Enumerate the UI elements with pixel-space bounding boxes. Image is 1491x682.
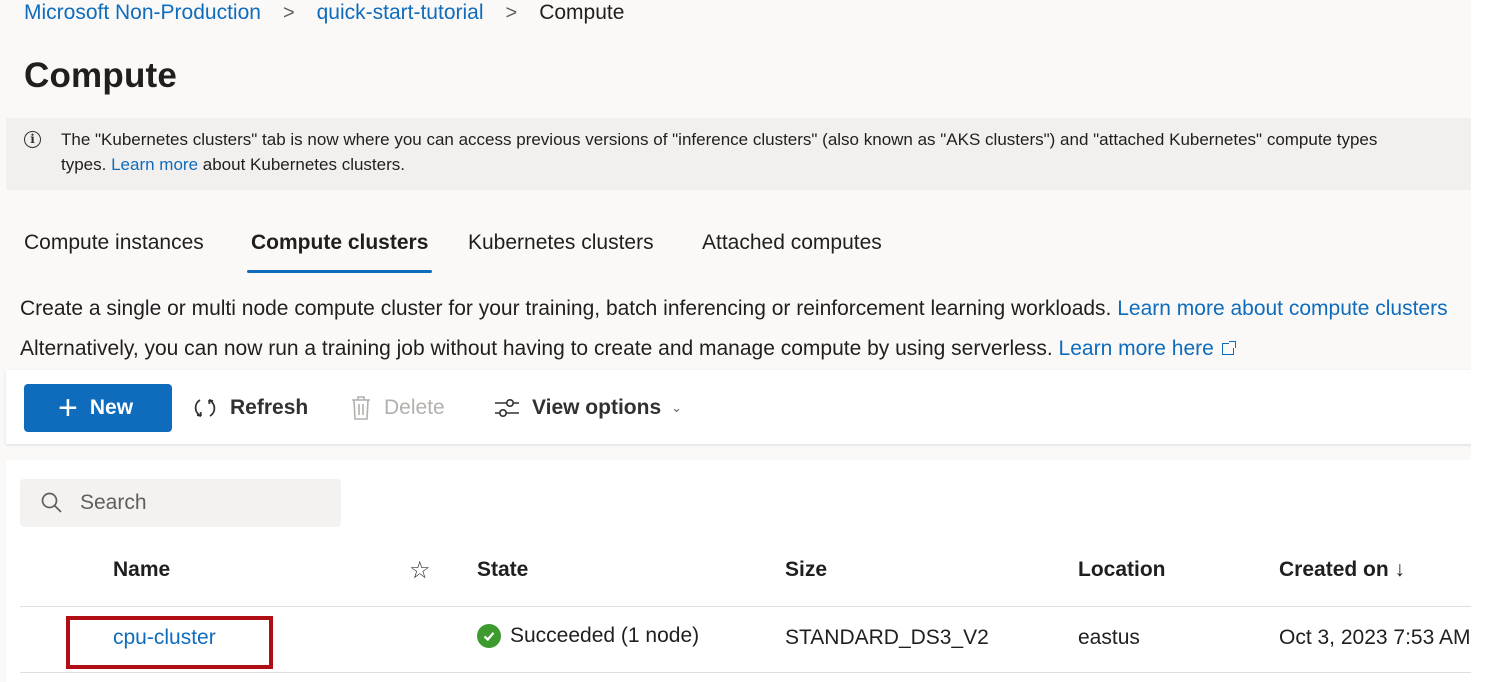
cluster-state-text: Succeeded (1 node) (510, 624, 700, 647)
description-text1: Create a single or multi node compute cl… (20, 297, 1112, 320)
new-button[interactable]: + New (24, 384, 172, 432)
cluster-size: STANDARD_DS3_V2 (785, 626, 989, 649)
refresh-button-label: Refresh (230, 396, 309, 419)
chevron-down-icon: ⌄ (671, 400, 683, 415)
tab-compute-clusters[interactable]: Compute clusters (247, 222, 433, 273)
header-divider (20, 606, 1471, 607)
view-options-button[interactable]: View options ⌄ (494, 384, 682, 432)
view-options-label: View options (532, 396, 662, 419)
cluster-name-link[interactable]: cpu-cluster (113, 626, 216, 650)
trash-icon (352, 396, 370, 420)
search-box[interactable] (20, 479, 341, 527)
success-check-icon (477, 624, 501, 648)
breadcrumb-item-workspace[interactable]: quick-start-tutorial (317, 1, 484, 25)
tab-compute-instances[interactable]: Compute instances (24, 222, 204, 272)
learn-more-compute-clusters-link[interactable]: Learn more about compute clusters (1117, 297, 1447, 320)
refresh-icon (194, 399, 216, 417)
cluster-state: Succeeded (1 node) (477, 624, 699, 648)
column-header-size[interactable]: Size (785, 558, 827, 582)
column-header-location[interactable]: Location (1078, 558, 1166, 582)
refresh-button[interactable]: Refresh (192, 384, 308, 432)
external-link-icon (1221, 341, 1236, 355)
breadcrumb-separator: > (282, 1, 295, 24)
view-options-icon (495, 398, 519, 418)
search-input[interactable] (78, 490, 302, 516)
delete-button-label: Delete (384, 396, 445, 419)
column-header-created-on[interactable]: Created on ↓ (1279, 558, 1405, 582)
command-bar: + New Refresh Delete View options ⌄ (6, 370, 1471, 444)
page-root: Microsoft Non-Production > quick-start-t… (0, 0, 1471, 682)
banner-learn-more-link[interactable]: Learn more (111, 155, 198, 174)
tab-kubernetes-clusters[interactable]: Kubernetes clusters (468, 222, 654, 272)
cluster-location: eastus (1078, 626, 1140, 649)
row-divider (20, 672, 1471, 673)
tab-attached-computes[interactable]: Attached computes (702, 222, 882, 272)
search-icon (41, 492, 62, 513)
learn-more-serverless-label: Learn more here (1058, 337, 1214, 360)
description-text2: Alternatively, you can now run a trainin… (20, 337, 1053, 360)
right-margin (1471, 0, 1491, 682)
learn-more-serverless-link[interactable]: Learn more here (1058, 337, 1236, 360)
breadcrumb-item-workspace-group[interactable]: Microsoft Non-Production (24, 1, 261, 25)
star-icon[interactable]: ☆ (409, 556, 431, 585)
tab-compute-clusters-label: Compute clusters (251, 231, 429, 254)
breadcrumb-current: Compute (539, 1, 625, 24)
breadcrumb-separator: > (505, 1, 518, 24)
column-header-name[interactable]: Name (113, 558, 170, 582)
column-header-state[interactable]: State (477, 558, 528, 582)
banner-text-post: about Kubernetes clusters. (202, 155, 405, 174)
banner-text-line1: The "Kubernetes clusters" tab is now whe… (61, 130, 1378, 149)
delete-button[interactable]: Delete (350, 384, 445, 432)
cluster-created-on: Oct 3, 2023 7:53 AM (1279, 626, 1471, 649)
description-line1: Create a single or multi node compute cl… (20, 297, 1448, 321)
compute-clusters-list: Name ☆ State Size Location Created on ↓ … (6, 460, 1471, 682)
info-icon: i (24, 131, 41, 148)
description-line2: Alternatively, you can now run a trainin… (20, 337, 1236, 361)
page-title: Compute (24, 56, 178, 95)
banner-text-line2: types. Learn more about Kubernetes clust… (61, 155, 405, 175)
breadcrumb: Microsoft Non-Production > quick-start-t… (24, 0, 624, 26)
new-button-label: New (89, 396, 134, 419)
plus-icon: + (58, 389, 78, 427)
info-banner: i The "Kubernetes clusters" tab is now w… (6, 118, 1471, 190)
banner-text-pre: types. (61, 155, 107, 174)
active-tab-indicator (247, 270, 433, 273)
